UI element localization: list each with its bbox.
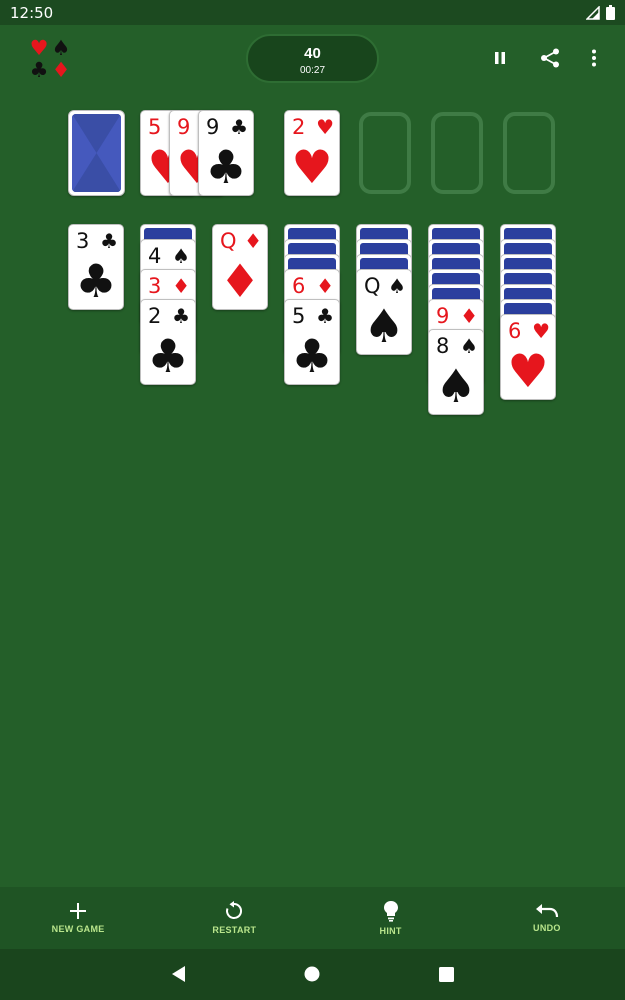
card-rank: Q [220,229,237,253]
restart-button[interactable]: RESTART [156,887,312,949]
elapsed-time: 00:27 [299,65,326,76]
card-suit-small-icon: ♣ [100,229,118,253]
undo-button[interactable]: UNDO [469,887,625,949]
pause-button[interactable] [487,45,513,71]
undo-label: UNDO [533,923,561,933]
card-suit-large-icon: ♦ [219,254,261,308]
card-suit-large-icon: ♠ [435,359,477,413]
back-triangle-icon [172,966,185,982]
card-rank: Q [364,274,381,298]
tableau-card[interactable]: Q ♦ ♦ [212,224,268,310]
status-time: 12:50 [10,3,54,22]
card-rank: 9 [436,304,450,328]
battery-icon [606,5,615,20]
plus-icon [70,903,87,919]
game-board: ♥ ♠ ♣ ♦ 40 00:27 5♥♥9♥♥9♣♣ 2♥♥ [0,25,625,887]
card-back-pattern-icon [72,114,121,192]
card-rank: 9 [206,115,220,139]
tableau-card[interactable]: 8 ♠ ♠ [428,329,484,415]
restart-label: RESTART [212,925,257,935]
stock-pile[interactable] [68,110,125,196]
card-rank: 3 [148,274,162,298]
card-rank: 2 [148,304,162,328]
foundation-slot-empty[interactable] [359,112,411,194]
pause-icon [495,52,505,64]
signal-icon [586,5,600,20]
tableau-card[interactable]: 5 ♣ ♣ [284,299,340,385]
card-suit-small-icon: ♦ [244,229,262,253]
card-suit-small-icon: ♥ [316,115,334,139]
foundation-slot-empty[interactable] [503,112,555,194]
card-suit-large-icon: ♣ [205,140,247,194]
tableau-card[interactable]: 6 ♥ ♥ [500,314,556,400]
bottom-toolbar: NEW GAME RESTART HINT UNDO [0,887,625,949]
card-rank: 5 [292,304,306,328]
suits-logo: ♥ ♠ ♣ ♦ [28,38,72,82]
foundation-card[interactable]: 2 ♥ ♥ [284,110,340,196]
card-rank: 9 [177,115,191,139]
score-value: 40 [304,45,321,62]
status-bar: 12:50 [0,0,625,25]
lightbulb-icon [383,901,398,922]
logo-spade-icon: ♠ [51,36,71,60]
share-button[interactable] [537,45,563,71]
undo-icon [535,904,558,918]
hint-label: HINT [379,926,402,936]
waste-card[interactable]: 9 ♣ ♣ [198,110,254,196]
card-rank: 6 [508,319,522,343]
card-rank: 8 [436,334,450,358]
card-suit-large-icon: ♠ [363,299,405,353]
more-vert-icon [592,49,596,67]
recents-square-icon [438,966,454,982]
new-game-button[interactable]: NEW GAME [0,887,156,949]
card-suit-large-icon: ♣ [147,329,189,383]
hint-button[interactable]: HINT [313,887,469,949]
card-suit-large-icon: ♥ [291,140,333,194]
card-rank: 5 [148,115,162,139]
card-suit-large-icon: ♣ [75,254,117,308]
card-suit-large-icon: ♥ [507,344,549,398]
card-rank: 6 [292,274,306,298]
new-game-label: NEW GAME [51,924,105,934]
card-suit-small-icon: ♣ [172,304,190,328]
more-options-button[interactable] [581,45,607,71]
card-rank: 3 [76,229,90,253]
card-suit-small-icon: ♦ [316,274,334,298]
card-suit-small-icon: ♥ [532,319,550,343]
card-rank: 2 [292,115,306,139]
card-suit-small-icon: ♦ [460,304,478,328]
restart-icon [226,901,243,919]
nav-back-button[interactable] [164,959,194,989]
card-rank: 4 [148,244,162,268]
logo-diamond-icon: ♦ [51,58,71,82]
nav-home-button[interactable] [297,959,327,989]
tableau-card[interactable]: 3 ♣ ♣ [68,224,124,310]
tableau-card[interactable]: Q ♠ ♠ [356,269,412,355]
logo-heart-icon: ♥ [29,36,49,60]
card-suit-small-icon: ♠ [460,334,478,358]
system-nav-bar [0,949,625,1000]
score-timer-pill: 40 00:27 [246,34,379,83]
foundation-slot-empty[interactable] [431,112,483,194]
card-suit-small-icon: ♠ [172,244,190,268]
logo-club-icon: ♣ [29,58,49,82]
card-suit-small-icon: ♠ [388,274,406,298]
card-suit-large-icon: ♣ [291,329,333,383]
card-suit-small-icon: ♣ [230,115,248,139]
card-suit-small-icon: ♣ [316,304,334,328]
share-icon [541,48,559,68]
card-suit-small-icon: ♦ [172,274,190,298]
home-circle-icon [304,966,320,982]
nav-recents-button[interactable] [431,959,461,989]
tableau-card[interactable]: 2 ♣ ♣ [140,299,196,385]
